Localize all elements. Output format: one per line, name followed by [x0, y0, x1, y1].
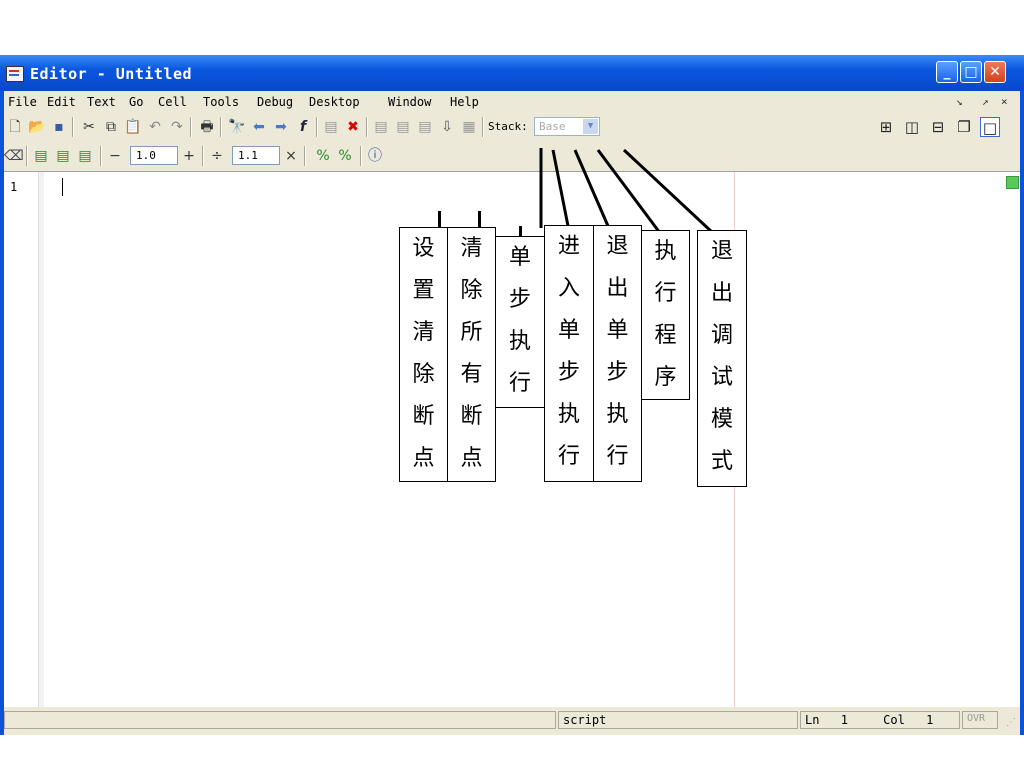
- status-mode-text: script: [563, 713, 607, 727]
- text-caret: [62, 178, 63, 196]
- eval-file-icon[interactable]: ▤: [76, 147, 94, 165]
- menu-bar: File Edit Text Go Cell Tools Debug Deskt…: [4, 91, 1020, 113]
- eval-cell-icon[interactable]: ▤: [32, 147, 50, 165]
- status-ovr: OVR: [962, 711, 998, 729]
- menu-edit[interactable]: Edit: [47, 95, 76, 109]
- function-icon[interactable]: f: [294, 118, 312, 136]
- tile-grid-icon[interactable]: ⊞: [876, 117, 896, 137]
- tile-vertical-icon[interactable]: ◫: [902, 117, 922, 137]
- breakpoint-gutter[interactable]: [39, 172, 44, 708]
- line-number-gutter: 1: [4, 172, 39, 708]
- cut-icon[interactable]: ✂: [80, 118, 98, 136]
- window-title: Editor - Untitled: [30, 65, 193, 83]
- decrement-button[interactable]: −: [106, 147, 124, 165]
- menu-tools[interactable]: Tools: [203, 95, 239, 109]
- menu-file[interactable]: File: [8, 95, 37, 109]
- clear-all-breakpoints-icon[interactable]: ✖: [344, 118, 362, 136]
- exit-debug-icon[interactable]: ▦: [460, 118, 478, 136]
- minimize-button[interactable]: _: [936, 61, 958, 83]
- print-icon[interactable]: 🖶: [198, 118, 216, 136]
- copy-icon[interactable]: ⧉: [102, 118, 120, 136]
- annotation-exit-debug: 退出调试模式: [697, 230, 747, 487]
- toolbar-separator: [316, 117, 318, 137]
- toolbar-separator: [366, 117, 368, 137]
- status-bar: script Ln 1 Col 1 OVR ⋰: [4, 707, 1020, 735]
- cell-toolbar: ⌫ ▤ ▤ ▤ − 1.0 + ÷ 1.1 × % % ⓘ: [4, 142, 1020, 170]
- line-value: 1: [840, 713, 848, 727]
- column-label: Col: [883, 713, 905, 727]
- line-label: Ln: [805, 713, 820, 727]
- editor-toolbar: 🗋 📂 ▪ ✂ ⧉ 📋 ↶ ↷ 🖶 🔭 ⬅ ➡ f ▤ ✖ ▤ ▤ ▤ ⇩ ▦: [4, 113, 1020, 141]
- stack-select-value: Base: [539, 120, 566, 133]
- divide-button[interactable]: ÷: [208, 147, 226, 165]
- annotation-step-in: 进入单步执行: [544, 225, 594, 482]
- new-file-icon[interactable]: 🗋: [6, 118, 24, 136]
- stack-label: Stack:: [488, 120, 528, 133]
- menu-go[interactable]: Go: [129, 95, 143, 109]
- save-icon[interactable]: ▪: [50, 118, 68, 136]
- close-document-icon[interactable]: ×: [1001, 95, 1008, 108]
- menu-cell[interactable]: Cell: [158, 95, 187, 109]
- increment-value-field[interactable]: 1.0: [130, 146, 178, 165]
- redo-icon[interactable]: ↷: [168, 118, 186, 136]
- eval-cell-advance-icon[interactable]: ▤: [54, 147, 72, 165]
- annotation-clear-all-breakpoints: 清除所有断点: [447, 227, 496, 482]
- close-button[interactable]: ✕: [984, 61, 1006, 83]
- step-icon[interactable]: ▤: [372, 118, 390, 136]
- toolbar-separator: [72, 117, 74, 137]
- info-icon[interactable]: ⓘ: [366, 147, 384, 165]
- chevron-down-icon: ▼: [583, 119, 598, 134]
- message-indicator[interactable]: [1006, 176, 1019, 189]
- maximize-doc-icon[interactable]: □: [980, 117, 1000, 137]
- float-icon[interactable]: ❐: [954, 117, 974, 137]
- column-value: 1: [926, 713, 934, 727]
- paste-icon[interactable]: 📋: [124, 118, 142, 136]
- undock-icon[interactable]: ↗: [982, 95, 989, 108]
- toolbar-separator: [190, 117, 192, 137]
- menu-text[interactable]: Text: [87, 95, 116, 109]
- dock-icon[interactable]: ↘: [956, 95, 963, 108]
- stack-select[interactable]: Base ▼: [534, 117, 600, 136]
- annotation-step-out: 退出单步执行: [593, 225, 642, 482]
- editor-app-icon: [6, 66, 24, 82]
- forward-icon[interactable]: ➡: [272, 118, 290, 136]
- toolbar-separator: [482, 117, 484, 137]
- status-position: Ln 1 Col 1: [800, 711, 960, 729]
- annotation-set-clear-breakpoint: 设置清除断点: [399, 227, 448, 482]
- insert-cell-divider-icon[interactable]: %: [314, 147, 332, 165]
- back-icon[interactable]: ⬅: [250, 118, 268, 136]
- status-mode: script: [558, 711, 798, 729]
- tile-horizontal-icon[interactable]: ⊟: [928, 117, 948, 137]
- undo-icon[interactable]: ↶: [146, 118, 164, 136]
- toolbar-separator: [26, 146, 28, 166]
- maximize-button[interactable]: □: [960, 61, 982, 83]
- toolbar-separator: [304, 146, 306, 166]
- find-icon[interactable]: 🔭: [228, 118, 246, 136]
- step-out-icon[interactable]: ▤: [416, 118, 434, 136]
- menu-help[interactable]: Help: [450, 95, 479, 109]
- continue-icon[interactable]: ⇩: [438, 118, 456, 136]
- toolbar-separator: [100, 146, 102, 166]
- resize-grip-icon[interactable]: ⋰: [1006, 717, 1016, 728]
- status-message: [4, 711, 556, 729]
- step-in-icon[interactable]: ▤: [394, 118, 412, 136]
- annotation-run: 执行程序: [641, 230, 690, 400]
- title-bar[interactable]: Editor - Untitled _ □ ✕: [0, 55, 1024, 91]
- multiply-button[interactable]: ×: [282, 147, 300, 165]
- open-icon[interactable]: 📂: [28, 118, 46, 136]
- toolbar-separator: [220, 117, 222, 137]
- annotation-step: 单步执行: [495, 236, 545, 408]
- line-number: 1: [10, 180, 18, 194]
- toolbar-separator: [202, 146, 204, 166]
- menu-desktop[interactable]: Desktop: [309, 95, 360, 109]
- toolbar-separator: [360, 146, 362, 166]
- menu-window[interactable]: Window: [388, 95, 431, 109]
- eraser-icon[interactable]: ⌫: [4, 147, 24, 165]
- set-clear-breakpoint-icon[interactable]: ▤: [322, 118, 340, 136]
- window-client: File Edit Text Go Cell Tools Debug Deskt…: [4, 91, 1020, 735]
- remove-cell-divider-icon[interactable]: %: [336, 147, 354, 165]
- menu-debug[interactable]: Debug: [257, 95, 293, 109]
- scale-value-field[interactable]: 1.1: [232, 146, 280, 165]
- increment-button[interactable]: +: [180, 147, 198, 165]
